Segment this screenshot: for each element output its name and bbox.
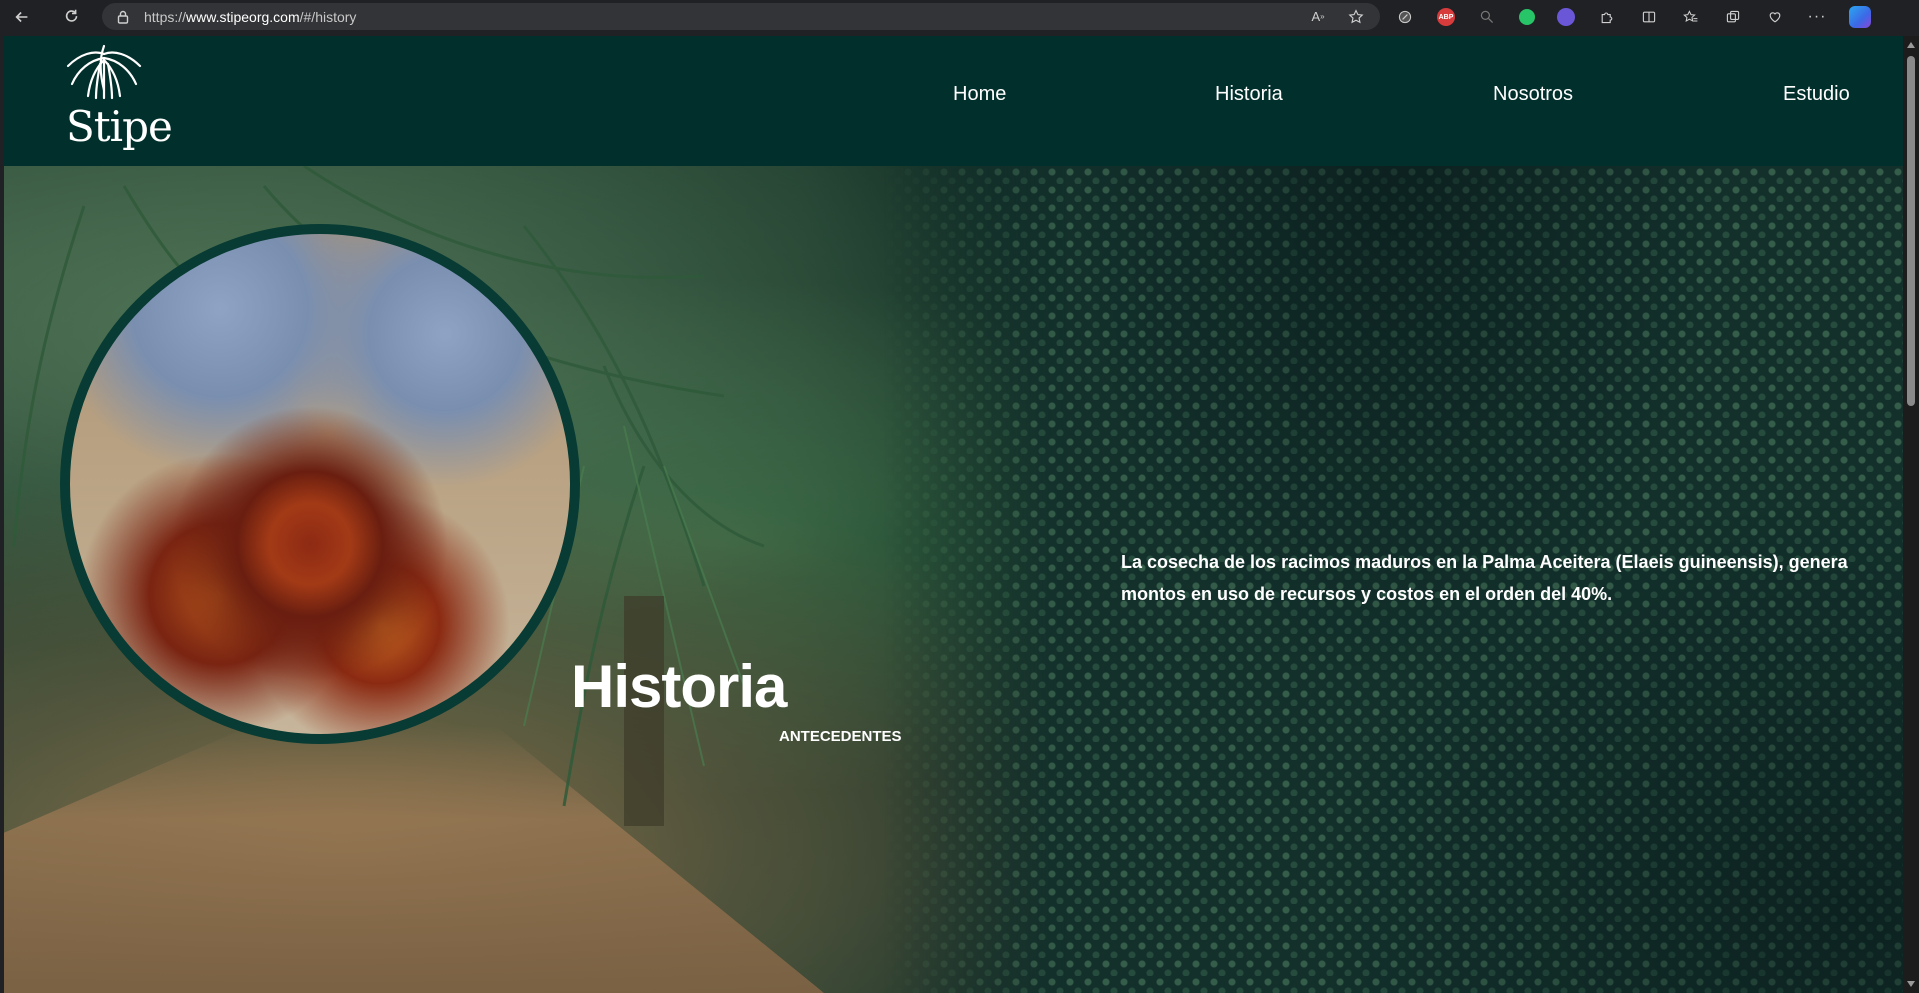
- extension-icon[interactable]: [1395, 7, 1415, 27]
- read-aloud-icon[interactable]: A»: [1308, 7, 1328, 27]
- green-status-icon[interactable]: [1519, 9, 1535, 25]
- copilot-icon[interactable]: [1849, 6, 1871, 28]
- favorite-star-icon[interactable]: [1346, 7, 1366, 27]
- url-text[interactable]: https://www.stipeorg.com/#/history: [144, 9, 356, 25]
- profile-extension-icon[interactable]: [1557, 8, 1575, 26]
- lock-icon[interactable]: [116, 10, 130, 24]
- extensions-bar: ABP ···: [1395, 4, 1871, 30]
- adblock-icon[interactable]: ABP: [1437, 8, 1455, 26]
- scrollbar-thumb[interactable]: [1907, 56, 1915, 406]
- scroll-down-icon[interactable]: [1907, 981, 1915, 987]
- page-scrollbar[interactable]: [1903, 36, 1919, 993]
- site-header: Stipe Home Historia Nosotros Estudio: [4, 36, 1903, 166]
- zoom-icon[interactable]: [1477, 7, 1497, 27]
- hero-subtitle: ANTECEDENTES: [779, 728, 902, 745]
- back-icon[interactable]: [4, 2, 40, 32]
- health-icon[interactable]: [1765, 7, 1785, 27]
- more-icon[interactable]: ···: [1807, 7, 1827, 27]
- palm-fruit-circle-image: [60, 224, 580, 744]
- browser-toolbar: https://www.stipeorg.com/#/history A» AB…: [0, 0, 1919, 34]
- refresh-icon[interactable]: [54, 2, 90, 32]
- hero-title: Historia: [571, 653, 787, 720]
- favorites-icon[interactable]: [1681, 7, 1701, 27]
- address-bar[interactable]: https://www.stipeorg.com/#/history A»: [102, 3, 1380, 30]
- nav-link-estudio[interactable]: Estudio: [1783, 83, 1850, 106]
- scroll-up-icon[interactable]: [1907, 42, 1915, 48]
- split-screen-icon[interactable]: [1639, 7, 1659, 27]
- collections-icon[interactable]: [1723, 7, 1743, 27]
- nav-link-historia[interactable]: Historia: [1215, 83, 1283, 106]
- main-nav: Home Historia Nosotros Estudio: [4, 36, 1903, 166]
- nav-link-nosotros[interactable]: Nosotros: [1493, 83, 1573, 106]
- web-page: Stipe Home Historia Nosotros Estudio His…: [4, 36, 1903, 993]
- hero-description: La cosecha de los racimos maduros en la …: [1121, 552, 1848, 604]
- nav-link-home[interactable]: Home: [953, 83, 1006, 106]
- puzzle-icon[interactable]: [1597, 7, 1617, 27]
- hero-section: Historia ANTECEDENTES La cosecha de los …: [4, 166, 1903, 993]
